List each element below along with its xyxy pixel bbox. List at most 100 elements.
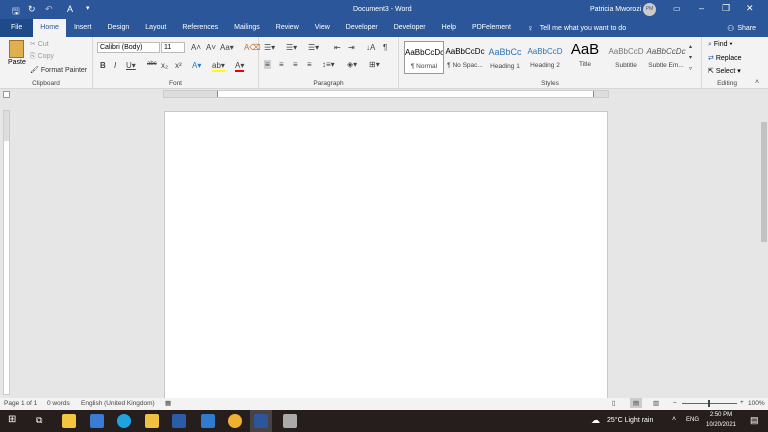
vertical-scrollbar[interactable] <box>760 100 768 395</box>
styles-scroll-down-icon[interactable]: ▾ <box>689 54 692 61</box>
copy-button[interactable]: ⎘ Copy <box>30 53 54 61</box>
superscript-icon[interactable]: x² <box>175 61 182 70</box>
tab-layout[interactable]: Layout <box>137 19 174 37</box>
video-editor-icon[interactable] <box>201 414 215 428</box>
tell-me-search[interactable]: Tell me what you want to do <box>540 25 626 32</box>
bullets-icon[interactable]: ☰▾ <box>264 43 275 52</box>
undo-icon[interactable]: ↶ <box>45 4 53 15</box>
highlight-icon[interactable]: ab▾ <box>212 61 225 72</box>
paste-button[interactable]: Paste <box>8 59 26 66</box>
align-right-icon[interactable]: ≡ <box>293 60 298 69</box>
style-subtitle[interactable]: AaBbCcD Subtitle <box>606 41 646 74</box>
windows-start-icon[interactable]: ⊞ <box>8 414 16 425</box>
tab-help[interactable]: Help <box>434 19 464 37</box>
borders-icon[interactable]: ⊞▾ <box>369 60 380 69</box>
restore-icon[interactable]: ❐ <box>722 3 730 14</box>
style-no-spacing[interactable]: AaBbCcDc ¶ No Spac... <box>445 41 485 74</box>
style-heading-1[interactable]: AaBbCc Heading 1 <box>485 41 525 74</box>
underline-icon[interactable]: U▾ <box>126 61 136 70</box>
styles-scroll-up-icon[interactable]: ▴ <box>689 43 692 50</box>
tab-design[interactable]: Design <box>99 19 137 37</box>
format-painter-button[interactable]: 🖌 Format Painter <box>30 66 87 74</box>
store-icon[interactable] <box>62 414 76 428</box>
style-heading-2[interactable]: AaBbCcD Heading 2 <box>525 41 565 74</box>
shading-icon[interactable]: ◈▾ <box>347 60 357 69</box>
user-name[interactable]: Patricia Mworozi <box>590 6 641 13</box>
mail-icon[interactable] <box>90 414 104 428</box>
tab-review[interactable]: Review <box>268 19 307 37</box>
save-icon[interactable]: 🖫 <box>12 4 20 20</box>
tab-developer-2[interactable]: Developer <box>386 19 434 37</box>
tab-home[interactable]: Home <box>33 19 66 37</box>
zoom-out-icon[interactable]: – <box>673 399 677 406</box>
document-page[interactable] <box>164 111 608 401</box>
change-case-icon[interactable]: Aa▾ <box>220 43 234 52</box>
grow-font-icon[interactable]: A˄ <box>191 43 201 52</box>
font-icon[interactable]: A <box>67 4 73 14</box>
align-center-icon[interactable]: ≡ <box>279 60 284 69</box>
align-left-icon[interactable]: ≡ <box>264 60 271 69</box>
tab-references[interactable]: References <box>174 19 226 37</box>
minimize-icon[interactable]: – <box>699 3 704 13</box>
tab-file[interactable]: File <box>0 19 34 37</box>
autosave-icon[interactable]: ↻ <box>28 4 36 15</box>
tab-insert[interactable]: Insert <box>66 19 100 37</box>
tab-mailings[interactable]: Mailings <box>226 19 268 37</box>
style-normal[interactable]: AaBbCcDc ¶ Normal <box>404 41 444 74</box>
clock-time[interactable]: 2:50 PM <box>706 412 736 418</box>
strikethrough-icon[interactable]: abc <box>147 61 157 67</box>
italic-icon[interactable]: I <box>114 61 116 70</box>
web-layout-icon[interactable]: ▥ <box>653 399 659 407</box>
chrome-icon[interactable] <box>228 414 242 428</box>
style-title[interactable]: AaB Title <box>565 41 605 74</box>
sort-icon[interactable]: ↓A <box>366 43 375 52</box>
clock-date[interactable]: 10/20/2021 <box>703 422 739 428</box>
edge-icon[interactable] <box>117 414 131 428</box>
tab-pdfelement[interactable]: PDFelement <box>464 19 519 37</box>
task-view-icon[interactable]: ⧉ <box>36 415 42 426</box>
page-count[interactable]: Page 1 of 1 <box>4 400 37 407</box>
collapse-ribbon-icon[interactable]: ˄ <box>755 79 759 86</box>
avatar[interactable]: PM <box>643 3 656 16</box>
print-layout-icon[interactable]: ▤ <box>630 398 643 408</box>
replace-button[interactable]: ⇄ Replace <box>708 54 742 62</box>
language[interactable]: English (United Kingdom) <box>81 400 155 407</box>
styles-more-icon[interactable]: ▿ <box>689 65 692 72</box>
decrease-indent-icon[interactable]: ⇤ <box>334 43 341 52</box>
notifications-icon[interactable]: ▤ <box>750 415 759 426</box>
ribbon-display-icon[interactable]: ▭ <box>673 4 681 13</box>
horizontal-ruler[interactable] <box>163 90 609 98</box>
tab-developer[interactable]: Developer <box>338 19 386 37</box>
text-effects-icon[interactable]: A▾ <box>192 61 201 70</box>
increase-indent-icon[interactable]: ⇥ <box>348 43 355 52</box>
word-taskbar-button[interactable] <box>250 410 272 432</box>
numbering-icon[interactable]: ☰▾ <box>286 43 297 52</box>
app-icon[interactable] <box>172 414 186 428</box>
close-icon[interactable]: ✕ <box>746 3 754 14</box>
word-count[interactable]: 0 words <box>47 400 70 407</box>
justify-icon[interactable]: ≡ <box>307 60 312 69</box>
subscript-icon[interactable]: x₂ <box>161 61 168 70</box>
app-icon-2[interactable] <box>283 414 297 428</box>
paste-icon[interactable] <box>9 40 24 58</box>
tray-chevron-icon[interactable]: ˄ <box>672 416 676 423</box>
select-button[interactable]: ⇱ Select ▾ <box>708 67 741 75</box>
multilevel-list-icon[interactable]: ☰▾ <box>308 43 319 52</box>
zoom-level[interactable]: 100% <box>748 400 765 407</box>
cut-button[interactable]: ✂ Cut <box>30 40 49 48</box>
font-name-select[interactable]: Calibri (Body) <box>97 42 160 53</box>
language-indicator[interactable]: ENG <box>686 417 699 423</box>
shrink-font-icon[interactable]: A˅ <box>206 43 216 52</box>
weather[interactable]: 25°C Light rain <box>607 417 653 424</box>
file-explorer-icon[interactable] <box>145 414 159 428</box>
style-subtle-emphasis[interactable]: AaBbCcDc Subtle Em... <box>646 41 686 74</box>
share-button[interactable]: Share <box>737 25 756 32</box>
vertical-ruler[interactable] <box>3 110 10 395</box>
bold-icon[interactable]: B <box>100 61 106 70</box>
customize-qat-icon[interactable]: ▾ <box>86 4 90 12</box>
font-size-select[interactable]: 11 <box>161 42 185 53</box>
tab-selector[interactable] <box>3 91 10 98</box>
show-formatting-icon[interactable]: ¶ <box>383 43 387 52</box>
zoom-slider[interactable] <box>682 400 737 407</box>
find-button[interactable]: ⌕ Find ▾ <box>708 41 732 49</box>
